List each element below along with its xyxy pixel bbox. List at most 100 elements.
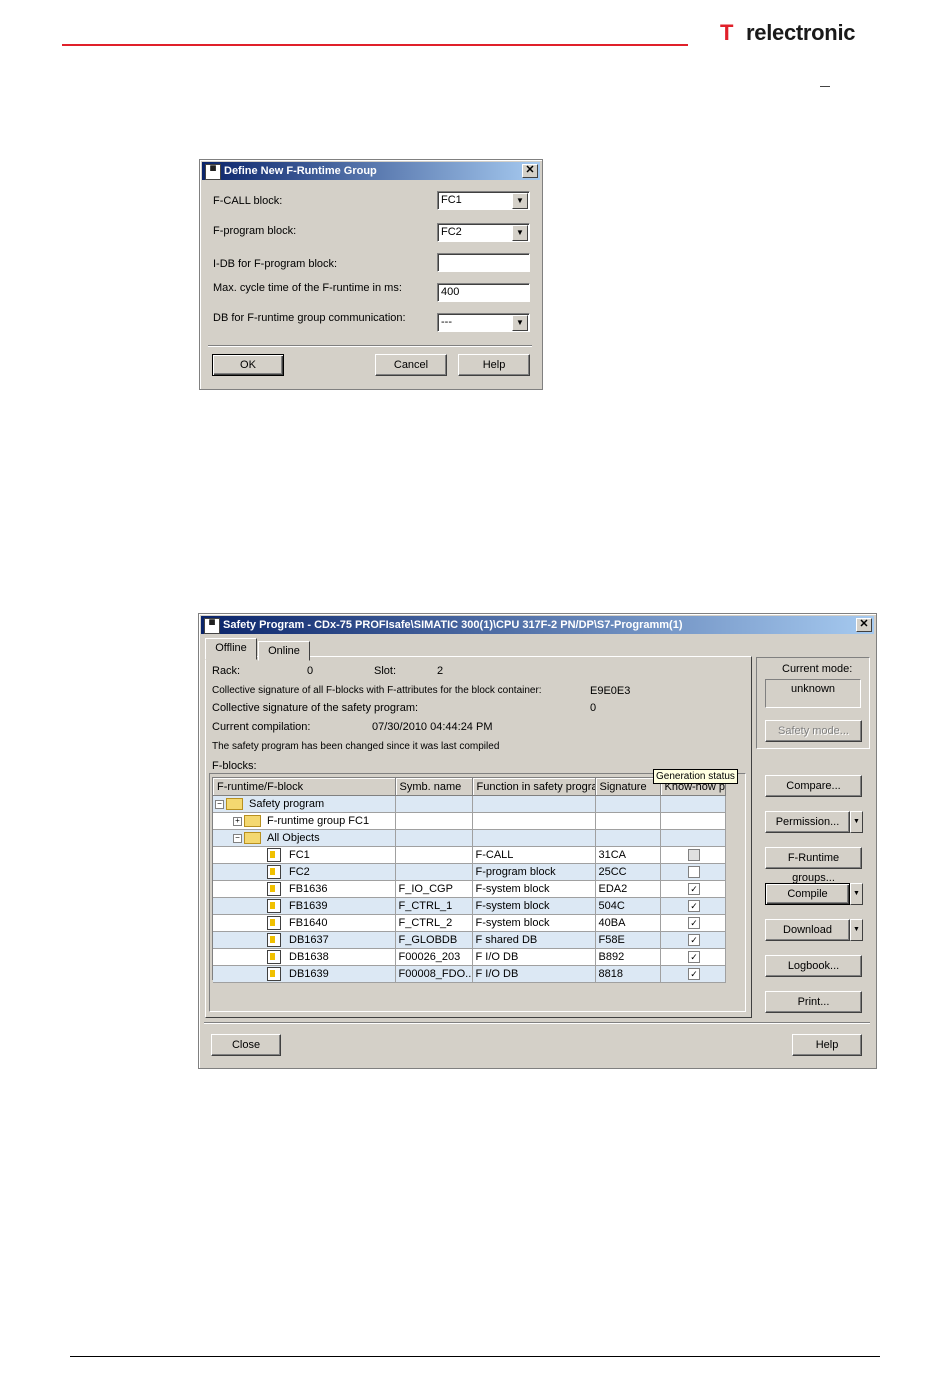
know-how-checkbox[interactable]: ✓ [688,900,700,913]
header-rule [62,44,688,46]
cycle-input[interactable]: 400 [437,283,530,302]
fblocks-label: F-blocks: [212,760,257,772]
chevron-down-icon[interactable]: ▼ [512,225,528,241]
block-icon [267,933,281,947]
table-row[interactable]: FC1 F-CALL 31CA [213,846,726,864]
collapse-icon[interactable]: − [215,799,224,809]
db-select[interactable]: --- ▼ [437,313,530,332]
cell-fblock[interactable]: + F-runtime group FC1 [213,812,396,830]
print-button[interactable]: Print... [765,991,862,1013]
download-button[interactable]: Download [765,919,850,941]
compare-button[interactable]: Compare... [765,775,862,797]
table-row[interactable]: − Safety program [213,795,726,813]
collapse-icon[interactable]: − [233,833,242,843]
tab-offline[interactable]: Offline [205,638,257,660]
compile-dropdown-icon[interactable]: ▼ [850,883,863,905]
cell-signature: 40BA [595,914,661,932]
dialog-titlebar: ▦ Define New F-Runtime Group ✕ [202,162,540,180]
cell-know-how: ✓ [660,880,726,898]
idb-label: I-DB for F-program block: [213,258,338,270]
cell-signature: 25CC [595,863,661,881]
cell-symbol: F00008_FDO... [395,965,473,983]
cell-fblock[interactable]: DB1637 [213,931,396,949]
know-how-checkbox[interactable]: ✓ [688,951,700,964]
stray-mark [820,86,830,87]
know-how-checkbox[interactable] [688,866,700,879]
cell-fblock[interactable]: DB1639 [213,965,396,983]
fcall-select[interactable]: FC1 ▼ [437,191,530,210]
cell-symbol [395,795,473,813]
cell-signature: F58E [595,931,661,949]
table-row[interactable]: DB1638 F00026_203 F I/O DB B892 ✓ [213,948,726,966]
table-row[interactable]: DB1639 F00008_FDO... F I/O DB 8818 ✓ [213,965,726,983]
fcall-label: F-CALL block: [213,195,283,207]
table-row[interactable]: FB1636 F_IO_CGP F-system block EDA2 ✓ [213,880,726,898]
close-icon[interactable]: ✕ [522,164,538,178]
column-header[interactable]: Symb. name [395,778,473,796]
collective-safety-label: Collective signature of the safety progr… [212,702,419,714]
close-button[interactable]: Close [211,1034,281,1056]
know-how-checkbox[interactable]: ✓ [688,934,700,947]
fprog-select[interactable]: FC2 ▼ [437,223,530,242]
cell-fblock[interactable]: FB1636 [213,880,396,898]
cell-function [472,812,596,830]
fblock-name: Safety program [249,797,325,810]
column-header[interactable]: Signature [595,778,661,796]
know-how-checkbox[interactable]: ✓ [688,917,700,930]
table-row[interactable]: FC2 F-program block 25CC [213,863,726,881]
fcall-value: FC1 [441,194,462,206]
table-row[interactable]: + F-runtime group FC1 [213,812,726,830]
block-icon [267,848,281,862]
cell-function: F I/O DB [472,965,596,983]
cell-signature: 8818 [595,965,661,983]
block-icon [267,865,281,879]
cell-fblock[interactable]: FC1 [213,846,396,864]
mode-field: unknown [765,679,861,708]
cell-fblock[interactable]: DB1638 [213,948,396,966]
permission-button[interactable]: Permission... [765,811,850,833]
table-row[interactable]: FB1640 F_CTRL_2 F-system block 40BA ✓ [213,914,726,932]
logbook-button[interactable]: Logbook... [765,955,862,977]
help-button[interactable]: Help [458,354,530,376]
expand-icon[interactable]: + [233,816,242,826]
cell-symbol: F_GLOBDB [395,931,473,949]
cell-fblock[interactable]: FB1639 [213,897,396,915]
know-how-checkbox[interactable]: ✓ [688,968,700,981]
slot-value: 2 [437,665,444,677]
ok-button[interactable]: OK [212,354,284,376]
cell-function: F-CALL [472,846,596,864]
cell-signature [595,795,661,813]
permission-dropdown-icon[interactable]: ▼ [850,811,863,833]
close-icon[interactable]: ✕ [856,618,872,632]
cell-fblock[interactable]: − Safety program [213,795,396,813]
know-how-checkbox[interactable]: ✓ [688,883,700,896]
table-row[interactable]: − All Objects [213,829,726,847]
fblock-name: FB1639 [289,899,328,912]
chevron-down-icon[interactable]: ▼ [512,315,528,331]
dialog-title: Define New F-Runtime Group [224,165,377,177]
cancel-button[interactable]: Cancel [375,354,447,376]
cell-fblock[interactable]: FC2 [213,863,396,881]
db-label: DB for F-runtime group communication: [213,312,406,324]
cell-fblock[interactable]: FB1640 [213,914,396,932]
help-button[interactable]: Help [792,1034,862,1056]
compile-button[interactable]: Compile [765,883,850,905]
chevron-down-icon[interactable]: ▼ [512,193,528,209]
column-header[interactable]: F-runtime/F-block [213,778,396,796]
fblock-name: DB1639 [289,967,329,980]
safety-mode-button[interactable]: Safety mode... [765,720,862,742]
fblock-name: FC2 [289,865,310,878]
table-row[interactable]: DB1637 F_GLOBDB F shared DB F58E ✓ [213,931,726,949]
column-header[interactable]: Function in safety program [472,778,596,796]
idb-input[interactable] [437,253,530,272]
dialog-title: Safety Program - CDx-75 PROFIsafe\SIMATI… [223,619,683,631]
cell-signature: 31CA [595,846,661,864]
download-dropdown-icon[interactable]: ▼ [850,919,863,941]
rack-value: 0 [307,665,314,677]
table-row[interactable]: FB1639 F_CTRL_1 F-system block 504C ✓ [213,897,726,915]
cell-symbol: F_CTRL_1 [395,897,473,915]
cell-fblock[interactable]: − All Objects [213,829,396,847]
tab-online[interactable]: Online [258,641,310,661]
runtime-groups-button[interactable]: F-Runtime groups... [765,847,862,884]
cell-know-how: ✓ [660,931,726,949]
